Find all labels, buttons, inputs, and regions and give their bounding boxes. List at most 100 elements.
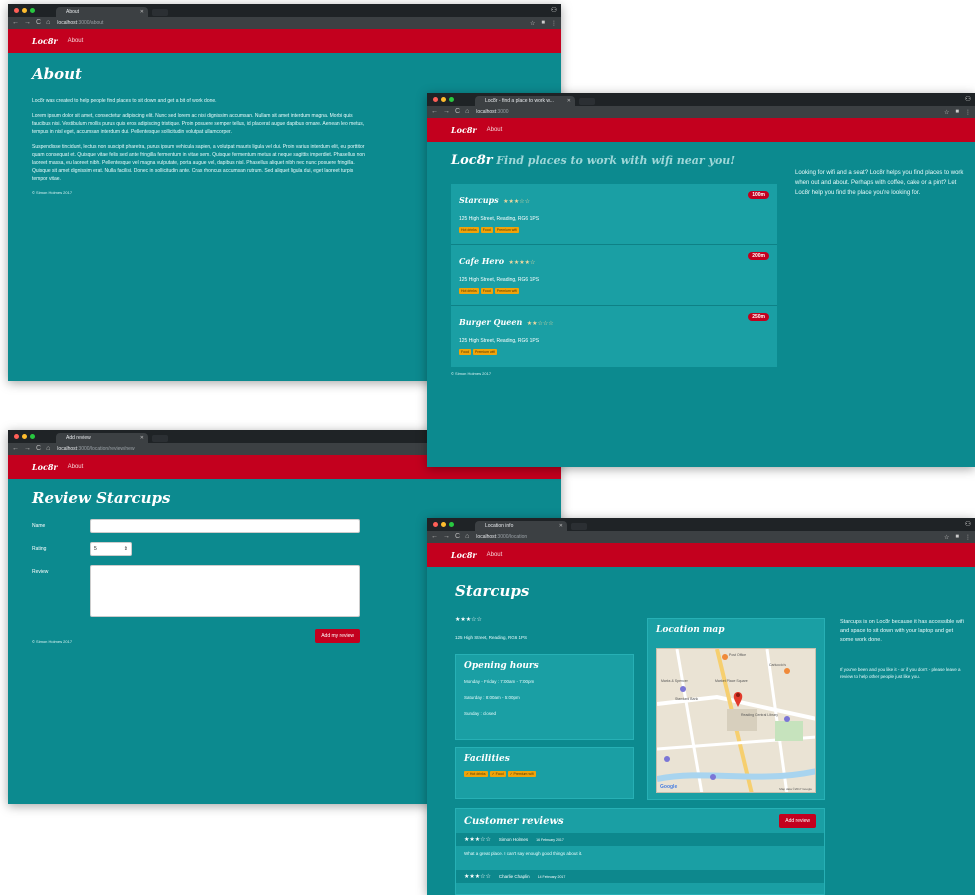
- menu-icon[interactable]: ⋮: [965, 534, 971, 541]
- address-bar: ← → C ⌂ localhost:3000/about ☆ ■ ⋮: [8, 17, 561, 29]
- facility-tag: Hot drinks: [459, 288, 479, 294]
- window-controls[interactable]: [14, 8, 35, 13]
- about-paragraph: Loc8r was created to help people find pl…: [32, 98, 217, 104]
- home-icon[interactable]: ⌂: [465, 106, 469, 118]
- window-controls[interactable]: [433, 97, 454, 102]
- close-icon[interactable]: ✕: [559, 521, 563, 531]
- new-tab-button[interactable]: [152, 435, 168, 442]
- forward-icon[interactable]: →: [24, 17, 31, 29]
- browser-tab[interactable]: About ✕: [56, 7, 148, 17]
- url-field[interactable]: localhost:3000: [476, 109, 508, 115]
- footer: © Simon Holmes 2017: [451, 371, 492, 376]
- url-field[interactable]: localhost:3000/about: [57, 20, 103, 26]
- bookmark-star-icon[interactable]: ☆: [530, 20, 535, 27]
- map-graphic: [657, 649, 815, 792]
- nav-about-link[interactable]: About: [487, 552, 503, 558]
- reload-icon[interactable]: C: [455, 531, 460, 543]
- browser-tab-bar: About ✕ ⚇: [8, 4, 561, 17]
- window-controls[interactable]: [433, 522, 454, 527]
- location-map[interactable]: Post Office Marks & Spencer Standard Ban…: [656, 648, 816, 793]
- review-author: Simon Holmes: [498, 837, 529, 842]
- reload-icon[interactable]: C: [455, 106, 460, 118]
- reload-icon[interactable]: C: [36, 443, 41, 455]
- url-field[interactable]: localhost:3000/location: [476, 534, 527, 540]
- url-field[interactable]: localhost:3000/location/review/new: [57, 446, 134, 452]
- brand-link[interactable]: Loc8r: [32, 36, 58, 46]
- back-icon[interactable]: ←: [431, 531, 438, 543]
- map-label: Standard Bank: [675, 697, 699, 701]
- rating-select[interactable]: 5 ⇕: [90, 542, 132, 556]
- facility-tag: Food: [480, 288, 493, 294]
- home-icon[interactable]: ⌂: [465, 531, 469, 543]
- brand-link[interactable]: Loc8r: [451, 550, 477, 560]
- rating-stars: ★★★☆☆: [503, 199, 531, 205]
- forward-icon[interactable]: →: [443, 106, 450, 118]
- home-icon[interactable]: ⌂: [46, 443, 50, 455]
- extension-icon[interactable]: ■: [955, 534, 959, 541]
- add-my-review-button[interactable]: Add my review: [315, 629, 360, 643]
- nav-about-link[interactable]: About: [68, 38, 84, 44]
- hours-row: Saturday : 8:00am - 5:00pm: [464, 695, 520, 700]
- map-label: Carluccio's: [769, 663, 787, 667]
- new-tab-button[interactable]: [571, 523, 587, 530]
- extension-icon[interactable]: ■: [541, 20, 545, 27]
- close-icon[interactable]: ✕: [140, 7, 144, 17]
- window-controls[interactable]: [14, 434, 35, 439]
- close-icon[interactable]: ✕: [567, 96, 571, 106]
- about-paragraph: Lorem ipsum dolor sit amet, consectetur …: [32, 113, 365, 135]
- browser-tab[interactable]: Add review ✕: [56, 433, 148, 443]
- tab-title: Location info: [485, 523, 514, 529]
- bookmark-star-icon[interactable]: ☆: [944, 534, 949, 541]
- tab-title: Add review: [66, 435, 91, 441]
- page-title-tagline: Find places to work with wifi near you!: [496, 154, 736, 167]
- forward-icon[interactable]: →: [24, 443, 31, 455]
- name-input[interactable]: [90, 519, 360, 533]
- map-attribution: Map data ©2017 Google: [779, 787, 812, 791]
- sidebar-sub-text: If you've been and you like it - or if y…: [840, 667, 961, 679]
- browser-tab[interactable]: Loc8r - find a place to work w... ✕: [475, 96, 575, 106]
- back-icon[interactable]: ←: [12, 17, 19, 29]
- customer-reviews-panel: Customer reviews Add review ★★★☆☆ Simon …: [455, 808, 825, 895]
- facility-tag: Premium wifi: [472, 349, 498, 355]
- add-review-button[interactable]: Add review: [779, 814, 816, 828]
- review-stars: ★★★☆☆: [464, 837, 491, 843]
- location-address: 125 High Street, Reading, RG6 1PS: [455, 635, 528, 640]
- location-item[interactable]: Burger Queen ★★☆☆☆ 250m 125 High Street,…: [451, 306, 777, 367]
- user-icon[interactable]: ⚇: [965, 520, 971, 528]
- menu-icon[interactable]: ⋮: [965, 109, 971, 116]
- rating-stars: ★★★★☆: [508, 260, 536, 266]
- back-icon[interactable]: ←: [12, 443, 19, 455]
- user-icon[interactable]: ⚇: [551, 6, 557, 14]
- forward-icon[interactable]: →: [443, 531, 450, 543]
- page-title: Loc8r Find places to work with wifi near…: [451, 152, 951, 168]
- page-title: Starcups: [455, 582, 530, 600]
- bookmark-star-icon[interactable]: ☆: [944, 109, 949, 116]
- site-navbar: Loc8r About: [427, 118, 975, 142]
- menu-icon[interactable]: ⋮: [551, 20, 557, 27]
- location-name-link[interactable]: Cafe Hero: [459, 256, 504, 266]
- home-icon[interactable]: ⌂: [46, 17, 50, 29]
- rating-stars: ★★☆☆☆: [526, 321, 554, 327]
- nav-about-link[interactable]: About: [487, 127, 503, 133]
- map-label: Post Office: [729, 653, 747, 657]
- location-name-link[interactable]: Burger Queen: [459, 317, 522, 327]
- new-tab-button[interactable]: [152, 9, 168, 16]
- back-icon[interactable]: ←: [431, 106, 438, 118]
- brand-link[interactable]: Loc8r: [451, 125, 477, 135]
- new-tab-button[interactable]: [579, 98, 595, 105]
- location-item[interactable]: Cafe Hero ★★★★☆ 200m 125 High Street, Re…: [451, 245, 777, 306]
- close-icon[interactable]: ✕: [140, 433, 144, 443]
- review-textarea[interactable]: [90, 565, 360, 617]
- browser-tab[interactable]: Location info ✕: [475, 521, 567, 531]
- review-date: 16 February 2017: [536, 837, 564, 842]
- user-icon[interactable]: ⚇: [965, 95, 971, 103]
- facilities-title: Facilities: [464, 754, 510, 764]
- brand-link[interactable]: Loc8r: [32, 462, 58, 472]
- location-item[interactable]: Starcups ★★★☆☆ 100m 125 High Street, Rea…: [451, 184, 777, 245]
- reload-icon[interactable]: C: [36, 17, 41, 29]
- facility-tag: Hot drinks: [459, 227, 479, 233]
- location-name-link[interactable]: Starcups: [459, 195, 499, 205]
- nav-about-link[interactable]: About: [68, 464, 84, 470]
- rating-stars: ★★★☆☆: [455, 617, 482, 623]
- extension-icon[interactable]: ■: [955, 109, 959, 116]
